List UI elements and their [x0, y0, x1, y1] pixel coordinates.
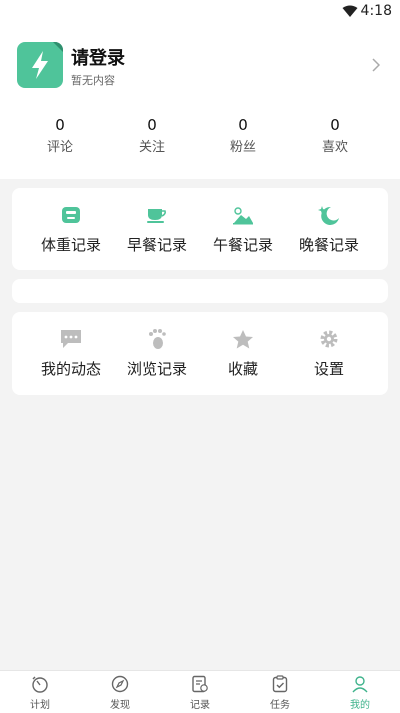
grid-label: 午餐记录 — [212, 236, 273, 254]
sun-meal-icon — [196, 204, 290, 226]
tab-plan[interactable]: 计划 — [0, 674, 80, 711]
tab-discover[interactable]: 发现 — [80, 674, 160, 711]
login-title[interactable]: 请登录 — [71, 44, 125, 70]
grid-label: 设置 — [313, 360, 344, 378]
tab-record[interactable]: 记录 — [160, 674, 240, 711]
avatar-corner — [53, 42, 63, 52]
stat-fans[interactable]: 0 粉丝 — [203, 116, 283, 155]
clipboard-check-icon — [240, 674, 320, 694]
settings-button[interactable]: 设置 — [282, 328, 376, 379]
favorites-button[interactable]: 收藏 — [196, 328, 290, 379]
gear-icon — [282, 328, 376, 350]
grid-label: 我的动态 — [40, 360, 101, 378]
wifi-icon — [342, 5, 358, 22]
stat-following[interactable]: 0 关注 — [112, 116, 192, 155]
breakfast-record-button[interactable]: 早餐记录 — [110, 204, 204, 255]
record-doc-icon — [160, 674, 240, 694]
chevron-right-icon[interactable] — [372, 57, 381, 76]
stat-label: 粉丝 — [229, 140, 256, 155]
stat-value: 0 — [238, 116, 248, 134]
footprint-icon — [110, 328, 204, 350]
stat-value: 0 — [147, 116, 157, 134]
stat-value: 0 — [55, 116, 65, 134]
records-card: 体重记录 早餐记录 午餐记录 晚餐记录 — [12, 188, 388, 270]
menu-card: 我的动态 浏览记录 收藏 设置 — [12, 312, 388, 395]
tab-label: 任务 — [270, 700, 290, 711]
status-bar: 4:18 — [0, 0, 400, 24]
grid-label: 浏览记录 — [126, 360, 187, 378]
stats-row: 0 评论 0 关注 0 粉丝 0 喜欢 — [0, 116, 400, 166]
grid-label: 体重记录 — [40, 236, 101, 254]
grid-label: 晚餐记录 — [298, 236, 359, 254]
my-posts-button[interactable]: 我的动态 — [24, 328, 118, 379]
empty-banner-card — [12, 279, 388, 303]
timer-icon — [0, 674, 80, 694]
stat-label: 评论 — [46, 140, 73, 155]
weight-record-button[interactable]: 体重记录 — [24, 204, 118, 255]
tab-label: 记录 — [190, 700, 210, 711]
tab-label: 计划 — [30, 700, 50, 711]
stat-label: 关注 — [138, 140, 165, 155]
chat-bubble-icon — [24, 328, 118, 350]
bottom-tab-bar: 计划 发现 记录 任务 我的 — [0, 670, 400, 713]
lunch-record-button[interactable]: 午餐记录 — [196, 204, 290, 255]
status-time: 4:18 — [360, 3, 392, 19]
compass-icon — [80, 674, 160, 694]
scale-icon — [24, 204, 118, 226]
tab-label: 发现 — [110, 700, 130, 711]
profile-header[interactable]: 请登录 暂无内容 0 评论 0 关注 0 粉丝 0 喜欢 — [0, 24, 400, 179]
dinner-record-button[interactable]: 晚餐记录 — [282, 204, 376, 255]
moon-icon — [282, 204, 376, 226]
tab-tasks[interactable]: 任务 — [240, 674, 320, 711]
coffee-cup-icon — [110, 204, 204, 226]
tab-label: 我的 — [350, 700, 370, 711]
stat-comments[interactable]: 0 评论 — [20, 116, 100, 155]
login-subtitle: 暂无内容 — [71, 74, 115, 87]
browse-history-button[interactable]: 浏览记录 — [110, 328, 204, 379]
stat-value: 0 — [330, 116, 340, 134]
tab-mine[interactable]: 我的 — [320, 674, 400, 711]
grid-label: 收藏 — [227, 360, 258, 378]
app-logo-avatar[interactable] — [17, 42, 63, 88]
grid-label: 早餐记录 — [126, 236, 187, 254]
star-icon — [196, 328, 290, 350]
stat-label: 喜欢 — [321, 140, 348, 155]
person-icon — [320, 674, 400, 694]
stat-likes[interactable]: 0 喜欢 — [295, 116, 375, 155]
